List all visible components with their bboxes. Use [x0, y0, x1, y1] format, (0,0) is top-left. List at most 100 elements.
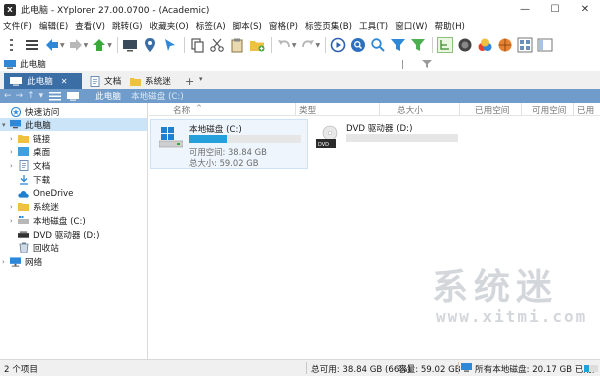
- tab-close-icon[interactable]: ✕: [61, 77, 68, 86]
- search-icon[interactable]: [369, 35, 387, 55]
- drive-icon: [18, 216, 29, 226]
- column-divider[interactable]: [573, 103, 574, 116]
- basketball-icon[interactable]: [496, 35, 514, 55]
- breadcrumb-this-pc[interactable]: 此电脑: [95, 90, 121, 102]
- filter-funnel-icon[interactable]: [422, 59, 432, 69]
- crumb-forward-button[interactable]: →: [16, 91, 24, 101]
- close-button[interactable]: ✕: [570, 0, 600, 19]
- tree-item-desktop[interactable]: › 桌面: [10, 145, 50, 158]
- cloud-icon: [18, 189, 29, 199]
- tree-item-recycle-bin[interactable]: 回收站: [10, 241, 59, 254]
- menu-help[interactable]: 帮助(H): [435, 20, 465, 32]
- minimize-button[interactable]: —: [510, 0, 540, 19]
- star-icon: [10, 106, 21, 117]
- column-used-space[interactable]: 已用空间: [475, 104, 509, 116]
- column-divider[interactable]: [295, 103, 296, 116]
- filter-icon[interactable]: [389, 35, 407, 55]
- tree-item-onedrive[interactable]: OneDrive: [10, 187, 73, 200]
- tree-item-xitmi[interactable]: › 系统迷: [10, 200, 59, 213]
- tree-expander[interactable]: ›: [10, 217, 18, 225]
- tab-xitmi[interactable]: 系统迷: [124, 73, 180, 89]
- tree-expander[interactable]: ▾: [2, 121, 10, 129]
- crumb-back-button[interactable]: ←: [4, 91, 12, 101]
- forward-button[interactable]: [67, 35, 85, 55]
- computer-icon[interactable]: [121, 35, 139, 55]
- menu-window[interactable]: 窗口(W): [395, 20, 427, 32]
- column-type[interactable]: 类型: [299, 104, 316, 116]
- panel-layout-icon[interactable]: [536, 35, 554, 55]
- crumb-history-dropdown-icon[interactable]: ▾: [39, 91, 44, 101]
- menu-view[interactable]: 查看(V): [75, 20, 105, 32]
- watermark-url: www.xitmi.com: [436, 307, 588, 326]
- menu-script[interactable]: 脚本(S): [233, 20, 262, 32]
- filter-green-icon[interactable]: [409, 35, 427, 55]
- tree-toggle-icon[interactable]: [436, 35, 454, 55]
- grid-view-icon[interactable]: [516, 35, 534, 55]
- column-divider[interactable]: [379, 103, 380, 116]
- tree-expander[interactable]: ›: [10, 148, 18, 156]
- tree-expander[interactable]: ›: [10, 162, 18, 170]
- copy-icon[interactable]: [188, 35, 206, 55]
- column-used-percent[interactable]: 已用: [577, 104, 594, 116]
- back-dropdown-icon[interactable]: ▼: [60, 42, 65, 49]
- menu-tabsets[interactable]: 标签页集(B): [305, 20, 352, 32]
- crumb-menu-icon[interactable]: [49, 91, 62, 101]
- cut-icon[interactable]: [208, 35, 226, 55]
- redo-icon[interactable]: [299, 35, 317, 55]
- tab-documents[interactable]: 文档: [84, 73, 122, 89]
- column-divider[interactable]: [521, 103, 522, 116]
- undo-dropdown-icon[interactable]: ▼: [292, 42, 297, 49]
- column-name[interactable]: 名称: [173, 104, 190, 116]
- column-divider[interactable]: [459, 103, 460, 116]
- menu-lines-icon[interactable]: [23, 35, 41, 55]
- add-tab-button[interactable]: +: [185, 75, 194, 88]
- tree-expander[interactable]: ›: [10, 203, 18, 211]
- drive-tile-d[interactable]: DVD DVD 驱动器 (D:): [308, 119, 466, 169]
- tree-expander[interactable]: ›: [10, 135, 18, 143]
- cursor-select-icon[interactable]: [161, 35, 179, 55]
- location-pin-icon[interactable]: [141, 35, 159, 55]
- color-filter-icon[interactable]: [476, 35, 494, 55]
- menu-favorites[interactable]: 收藏夹(O): [150, 20, 189, 32]
- dark-mode-icon[interactable]: [456, 35, 474, 55]
- menu-tags[interactable]: 标签(A): [196, 20, 226, 32]
- search-circle-icon[interactable]: [349, 35, 367, 55]
- menu-go[interactable]: 跳转(G): [112, 20, 143, 32]
- menu-file[interactable]: 文件(F): [3, 20, 32, 32]
- tree-item-drive-c[interactable]: › 本地磁盘 (C:): [10, 214, 86, 227]
- tree-item-links[interactable]: › 链接: [10, 132, 50, 145]
- column-total-size[interactable]: 总大小: [397, 104, 423, 116]
- tree-item-network[interactable]: › 网络: [2, 255, 42, 268]
- up-dropdown-icon[interactable]: ▼: [107, 42, 112, 49]
- tree-label: 链接: [33, 134, 51, 145]
- drive-tile-c[interactable]: 本地磁盘 (C:) 可用空间: 38.84 GB 总大小: 59.02 GB: [150, 119, 308, 169]
- tab-this-pc[interactable]: 此电脑 ✕: [4, 73, 82, 89]
- back-button[interactable]: [43, 35, 61, 55]
- address-text: 此电脑: [20, 60, 46, 70]
- tree-item-dvd-d[interactable]: DVD 驱动器 (D:): [10, 228, 99, 241]
- tree-label: OneDrive: [33, 188, 74, 199]
- tree-expander[interactable]: ›: [2, 258, 10, 266]
- menu-panes[interactable]: 窗格(P): [269, 20, 298, 32]
- redo-dropdown-icon[interactable]: ▼: [316, 42, 321, 49]
- up-button[interactable]: [90, 35, 108, 55]
- undo-icon[interactable]: [275, 35, 293, 55]
- drive-name: 本地磁盘 (C:): [189, 125, 242, 135]
- play-icon[interactable]: [329, 35, 347, 55]
- tab-list-dropdown-icon[interactable]: ▾: [199, 75, 203, 83]
- maximize-button[interactable]: ☐: [540, 0, 570, 19]
- column-free-space[interactable]: 可用空间: [532, 104, 566, 116]
- download-icon: [18, 174, 29, 185]
- tree-item-downloads[interactable]: 下载: [10, 173, 50, 186]
- tree-item-quick-access[interactable]: 快速访问: [2, 105, 59, 118]
- paste-icon[interactable]: [228, 35, 246, 55]
- menu-edit[interactable]: 编辑(E): [39, 20, 68, 32]
- crumb-up-button[interactable]: ↑: [27, 91, 35, 101]
- tree-item-this-pc[interactable]: ▾ 此电脑: [0, 118, 147, 131]
- breadcrumb-drive-c[interactable]: 本地磁盘 (C:): [131, 90, 184, 102]
- address-bar[interactable]: 此电脑: [0, 57, 600, 71]
- new-folder-icon[interactable]: [248, 35, 266, 55]
- menu-tools[interactable]: 工具(T): [359, 20, 388, 32]
- forward-dropdown-icon[interactable]: ▼: [84, 42, 89, 49]
- tree-item-documents[interactable]: › 文档: [10, 159, 50, 172]
